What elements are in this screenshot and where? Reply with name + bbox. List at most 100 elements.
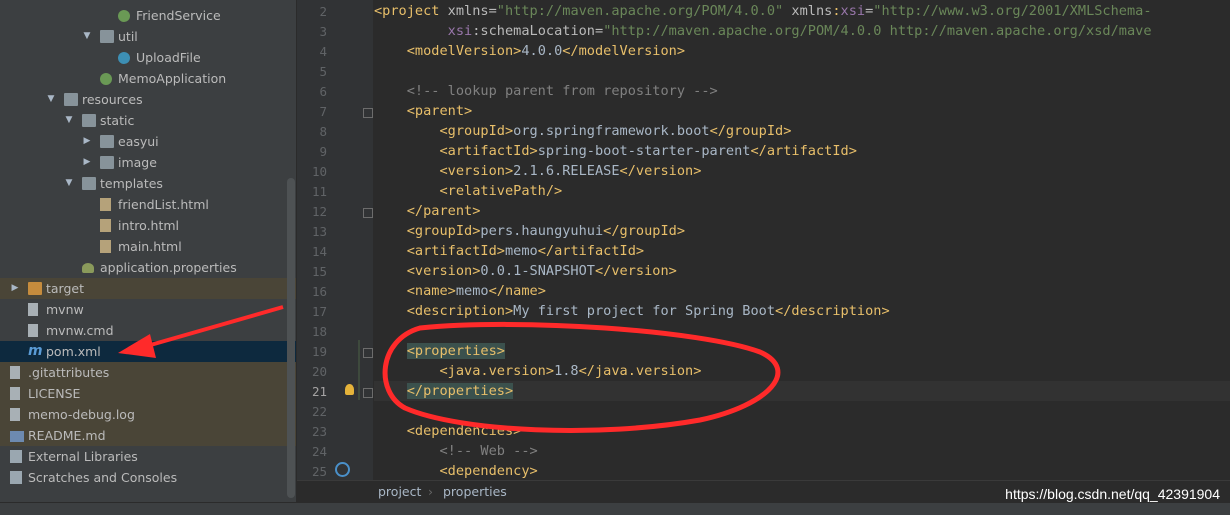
expand-arrow-icon[interactable]: ▶ [82,152,92,173]
tree-item-friendlist-html[interactable]: friendList.html [0,194,296,215]
code-line[interactable]: <name>memo</name> [374,281,546,301]
intention-bulb-icon[interactable] [345,384,354,395]
line-number: 25 [311,464,327,479]
tree-item-application-properties[interactable]: application.properties [0,257,296,278]
line-number: 16 [311,284,327,299]
code-line[interactable]: <version>2.1.6.RELEASE</version> [374,161,701,181]
tree-item-label: Scratches and Consoles [28,470,178,485]
code-token: <groupId> [374,223,481,239]
library-icon [10,450,22,463]
collapse-arrow-icon[interactable]: ▼ [64,173,74,194]
tree-item-label: mvnw [46,302,84,317]
code-line[interactable]: <groupId>pers.haungyuhui</groupId> [374,221,685,241]
code-token: <artifactId> [374,143,538,159]
line-number: 13 [311,224,327,239]
code-token: <groupId> [374,123,514,139]
collapse-arrow-icon[interactable]: ▼ [64,110,74,131]
code-token: </artifactId> [750,143,857,159]
code-token: <properties> [406,343,505,359]
code-line[interactable]: <java.version>1.8</java.version> [374,361,701,381]
collapse-arrow-icon[interactable]: ▼ [82,26,92,47]
tree-item-resources[interactable]: ▼ resources [0,89,296,110]
tree-item-main-html[interactable]: main.html [0,236,296,257]
scratches-icon [10,471,22,484]
code-line[interactable]: <properties> [374,341,505,361]
tree-item-gitattributes[interactable]: .gitattributes [0,362,296,383]
line-number: 7 [319,104,327,119]
tree-item-static[interactable]: ▼ static [0,110,296,131]
tree-item-memo-debug-log[interactable]: memo-debug.log [0,404,296,425]
tree-item-license[interactable]: LICENSE [0,383,296,404]
tree-item-scratches-and-consoles[interactable]: Scratches and Consoles [0,467,296,488]
breadcrumb-item-properties[interactable]: properties [443,484,507,499]
tree-item-target[interactable]: ▶ target [0,278,296,299]
breadcrumb-separator: › [428,484,433,499]
fold-end-icon[interactable] [363,208,373,218]
tree-scrollbar[interactable] [287,178,295,498]
file-icon [10,408,20,421]
tree-item-friendservice[interactable]: FriendService [0,5,296,26]
code-line[interactable]: </properties> [374,381,1230,401]
project-tree: FriendService ▼ util UploadFile MemoApplicat… [0,0,296,502]
code-line[interactable]: <dependencies> [374,421,522,441]
properties-file-icon [82,263,94,273]
tree-item-memoapplication[interactable]: MemoApplication [0,68,296,89]
file-icon [10,387,20,400]
fold-end-icon[interactable] [363,388,373,398]
code-line[interactable]: <description>My first project for Spring… [374,301,890,321]
tree-item-external-libraries[interactable]: External Libraries [0,446,296,467]
expand-arrow-icon[interactable]: ▶ [82,131,92,152]
tree-item-util[interactable]: ▼ util [0,26,296,47]
code-editor[interactable]: <project xmlns="http://maven.apache.org/… [374,0,1230,480]
tree-item-label: static [100,113,135,128]
code-token: <dependency> [374,463,538,479]
code-token: </description> [775,303,890,319]
tree-item-label: pom.xml [46,344,101,359]
code-line[interactable]: <dependency> [374,461,538,480]
fold-icon[interactable] [363,108,373,118]
folder-icon [82,114,96,127]
folder-icon [100,156,114,169]
code-line[interactable]: <version>0.0.1-SNAPSHOT</version> [374,261,677,281]
breadcrumb-item-project[interactable]: project [378,484,421,499]
code-token: <java.version> [374,363,555,379]
line-number: 10 [311,164,327,179]
code-token: <!-- lookup parent from repository --> [374,83,718,99]
tree-item-mvnw-cmd[interactable]: mvnw.cmd [0,320,296,341]
code-token: "http://maven.apache.org/POM/4.0.0" [496,3,784,19]
tree-item-intro-html[interactable]: intro.html [0,215,296,236]
tree-item-pom-xml[interactable]: m pom.xml [0,341,296,362]
tree-item-label: util [118,29,138,44]
code-line[interactable]: <groupId>org.springframework.boot</group… [374,121,791,141]
tree-item-label: target [46,281,85,296]
html-file-icon [100,198,111,211]
code-line[interactable]: <project xmlns="http://maven.apache.org/… [374,1,1152,21]
collapse-arrow-icon[interactable]: ▼ [46,89,56,110]
tree-item-easyui[interactable]: ▶ easyui [0,131,296,152]
line-number: 2 [319,4,327,19]
code-token: <dependencies> [374,423,522,439]
tree-item-readme-md[interactable]: README.md [0,425,296,446]
code-line[interactable]: <relativePath/> [374,181,562,201]
file-icon [28,303,38,316]
tree-item-mvnw[interactable]: mvnw [0,299,296,320]
code-line[interactable]: </parent> [374,201,481,221]
fold-icon[interactable] [363,348,373,358]
code-line[interactable]: <modelVersion>4.0.0</modelVersion> [374,41,685,61]
tree-item-image[interactable]: ▶ image [0,152,296,173]
markdown-icon [10,431,24,442]
line-number: 11 [311,184,327,199]
tree-item-templates[interactable]: ▼ templates [0,173,296,194]
run-spring-icon[interactable] [335,462,350,477]
code-line[interactable]: <artifactId>spring-boot-starter-parent</… [374,141,857,161]
class-icon [118,52,130,64]
code-line[interactable]: <!-- Web --> [374,441,537,461]
code-line[interactable]: xsi:schemaLocation="http://maven.apache.… [374,21,1152,41]
line-number: 8 [319,124,327,139]
code-line[interactable]: <artifactId>memo</artifactId> [374,241,644,261]
code-line[interactable]: <!-- lookup parent from repository --> [374,81,718,101]
line-number: 19 [311,344,327,359]
code-line[interactable]: <parent> [374,101,472,121]
tree-item-uploadfile[interactable]: UploadFile [0,47,296,68]
expand-arrow-icon[interactable]: ▶ [10,278,20,299]
